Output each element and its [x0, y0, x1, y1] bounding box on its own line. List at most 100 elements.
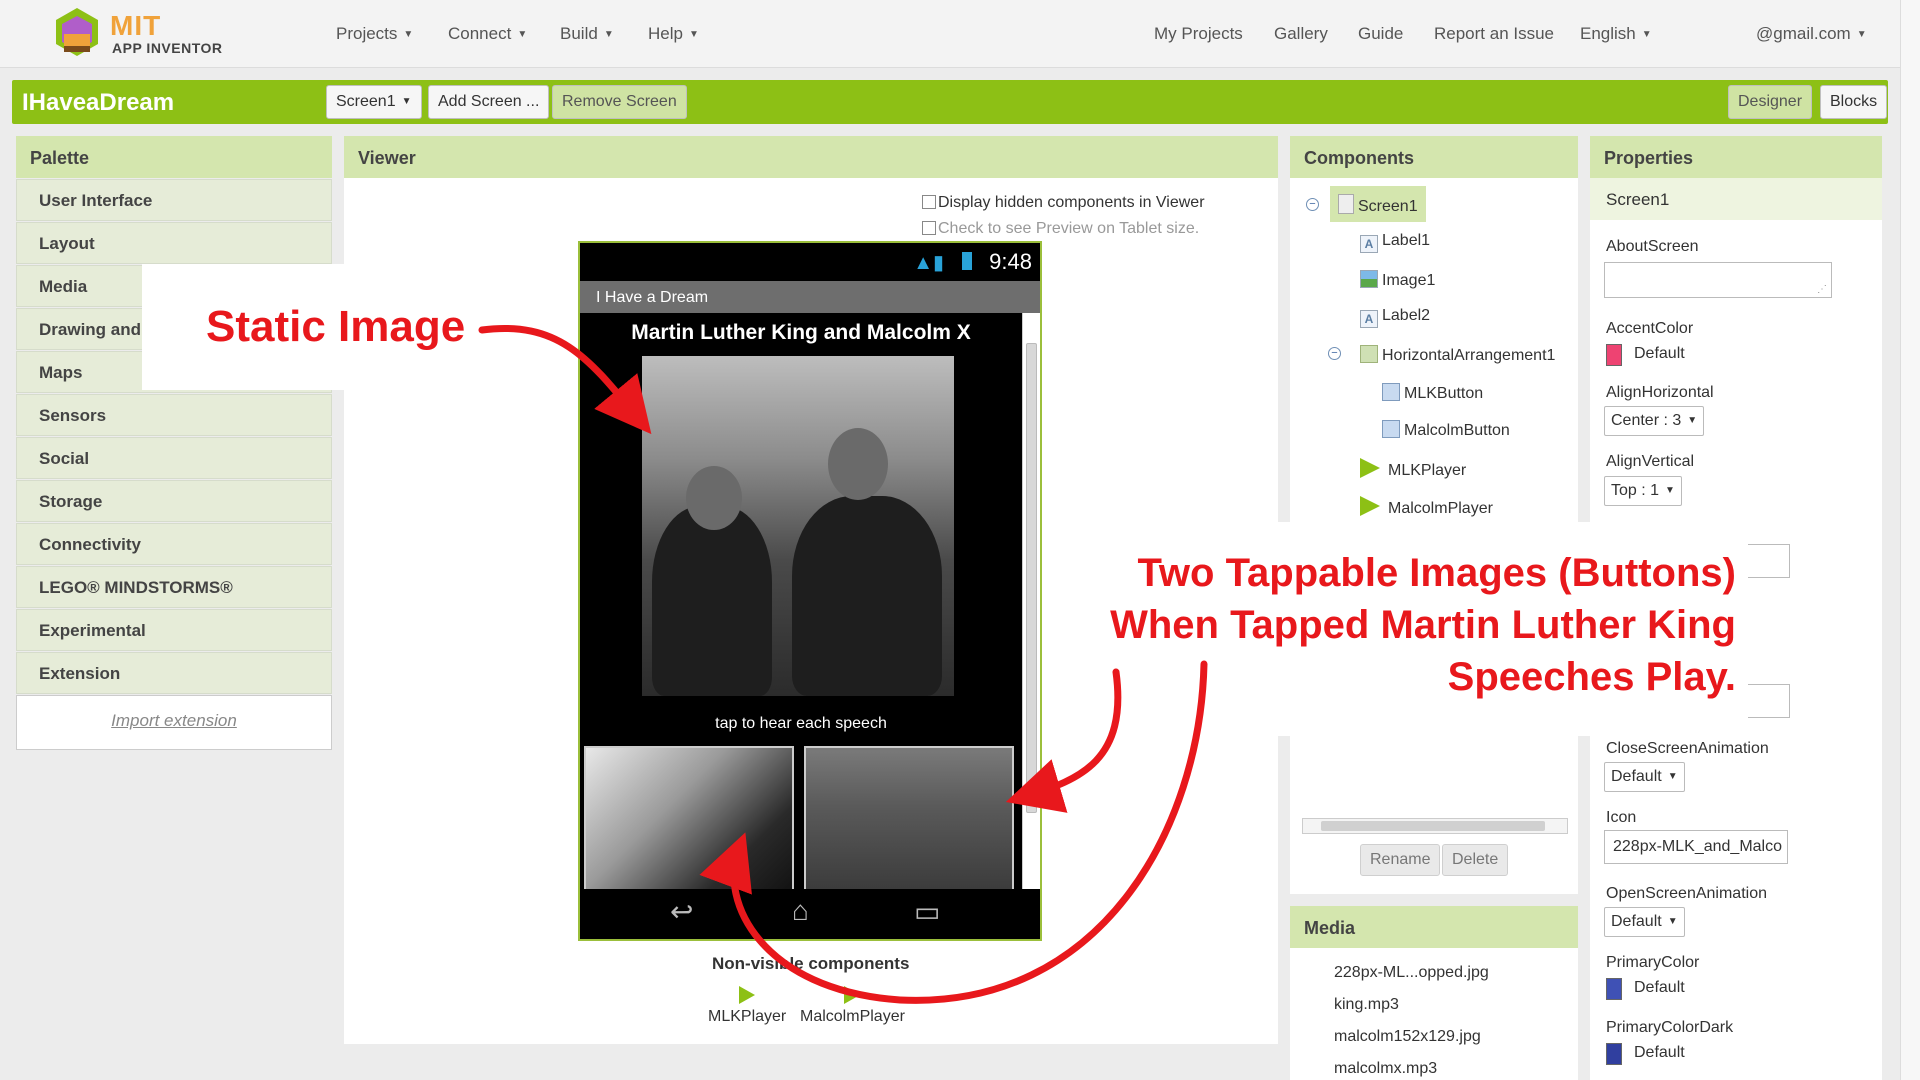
blocks-button[interactable]: Blocks: [1820, 85, 1888, 119]
app-inventor-logo[interactable]: MIT APP INVENTOR: [48, 4, 228, 60]
language-menu[interactable]: English ▼: [1580, 24, 1652, 44]
prop-open-animation-label: OpenScreenAnimation: [1606, 885, 1767, 902]
prop-about-screen-label: AboutScreen: [1606, 238, 1699, 255]
menu-connect[interactable]: Connect ▼: [448, 24, 527, 44]
palette-connectivity[interactable]: Connectivity: [16, 523, 332, 565]
battery-icon: [962, 252, 972, 270]
static-image-annotation: Static Image: [206, 302, 466, 351]
phone-screen: Martin Luther King and Malcolm X tap to …: [580, 313, 1022, 889]
accent-color-value[interactable]: Default: [1634, 345, 1685, 363]
malcolm-button[interactable]: [804, 746, 1014, 889]
image1-static-photo[interactable]: [642, 356, 954, 696]
tree-item-malcolm-button[interactable]: MalcolmButton: [1382, 420, 1510, 440]
tree-item-screen1[interactable]: Screen1: [1330, 186, 1426, 222]
project-name: IHaveaDream: [22, 89, 175, 116]
caret-down-icon: ▼: [1665, 485, 1675, 497]
media-item[interactable]: malcolmx.mp3: [1334, 1060, 1437, 1078]
collapse-arrangement-icon[interactable]: −: [1328, 347, 1341, 360]
link-my-projects[interactable]: My Projects: [1154, 24, 1243, 44]
buttons-annotation-line2: When Tapped Martin Luther King: [1110, 603, 1736, 647]
phone-clock: 9:48: [989, 249, 1032, 274]
tree-item-mlk-button[interactable]: MLKButton: [1382, 383, 1483, 403]
arrangement-icon: [1360, 345, 1378, 363]
buttons-annotation-line3: Speeches Play.: [1447, 655, 1736, 699]
caret-down-icon: ▼: [603, 29, 614, 41]
tree-item-label1[interactable]: A Label1: [1360, 232, 1430, 253]
label1[interactable]: Martin Luther King and Malcolm X: [580, 321, 1022, 345]
media-panel: Media 228px-ML...opped.jpg king.mp3 malc…: [1290, 906, 1578, 1080]
primary-dark-swatch[interactable]: [1606, 1043, 1622, 1065]
palette-social[interactable]: Social: [16, 437, 332, 479]
delete-button[interactable]: Delete: [1442, 844, 1509, 876]
tree-item-horizontal-arrangement1[interactable]: HorizontalArrangement1: [1360, 345, 1555, 365]
palette-title: Palette: [16, 136, 332, 178]
tree-item-label2[interactable]: A Label2: [1360, 307, 1430, 328]
account-menu[interactable]: @gmail.com ▼: [1756, 24, 1867, 44]
button-icon: [1382, 420, 1400, 438]
accent-color-swatch[interactable]: [1606, 344, 1622, 366]
open-animation-select[interactable]: Default ▼: [1604, 907, 1685, 937]
phone-scroll-thumb[interactable]: [1026, 343, 1037, 813]
screen-icon: [1338, 194, 1354, 214]
caret-down-icon: ▼: [401, 96, 412, 107]
link-report-issue[interactable]: Report an Issue: [1434, 24, 1554, 44]
designer-button[interactable]: Designer: [1728, 85, 1813, 119]
align-vertical-select[interactable]: Top : 1 ▼: [1604, 476, 1682, 506]
menu-build[interactable]: Build ▼: [560, 24, 614, 44]
remove-screen-button[interactable]: Remove Screen: [552, 85, 687, 119]
media-item[interactable]: king.mp3: [1334, 996, 1399, 1014]
palette-storage[interactable]: Storage: [16, 480, 332, 522]
mlk-button[interactable]: [584, 746, 794, 889]
hidden-components-checkbox-row[interactable]: Display hidden components in Viewer: [922, 194, 1205, 212]
primary-color-value[interactable]: Default: [1634, 979, 1685, 997]
tree-item-image1[interactable]: Image1: [1360, 270, 1435, 290]
label2[interactable]: tap to hear each speech: [580, 715, 1022, 733]
components-horizontal-scrollbar[interactable]: [1302, 818, 1568, 834]
tree-item-mlk-player[interactable]: MLKPlayer: [1360, 458, 1466, 480]
screen-select-button[interactable]: Screen1 ▼: [326, 85, 422, 119]
link-guide[interactable]: Guide: [1358, 24, 1403, 44]
align-horizontal-select[interactable]: Center : 3 ▼: [1604, 406, 1705, 436]
phone-scrollbar[interactable]: [1022, 313, 1040, 889]
prop-align-vertical-label: AlignVertical: [1606, 453, 1695, 470]
link-gallery[interactable]: Gallery: [1274, 24, 1328, 44]
horizontal-arrangement1: [584, 746, 1022, 889]
palette-panel: Palette User Interface Layout Media Draw…: [16, 136, 332, 750]
media-title: Media: [1290, 906, 1578, 948]
about-screen-textarea[interactable]: ⋰: [1604, 262, 1832, 298]
menu-help[interactable]: Help ▼: [648, 24, 699, 44]
primary-dark-value[interactable]: Default: [1634, 1044, 1685, 1062]
photo-figure-left: [652, 506, 772, 696]
palette-experimental[interactable]: Experimental: [16, 609, 332, 651]
collapse-screen1-icon[interactable]: −: [1306, 198, 1319, 211]
palette-user-interface[interactable]: User Interface: [16, 179, 332, 221]
tablet-preview-checkbox[interactable]: [922, 221, 936, 235]
nonvisible-malcolm-player[interactable]: MalcolmPlayer: [800, 986, 905, 1026]
primary-color-swatch[interactable]: [1606, 978, 1622, 1000]
button-icon: [1382, 383, 1400, 401]
nonvisible-mlk-player[interactable]: MLKPlayer: [708, 986, 786, 1026]
caret-down-icon: ▼: [1641, 29, 1652, 41]
icon-input[interactable]: 228px-MLK_and_Malco: [1604, 830, 1788, 864]
add-screen-button[interactable]: Add Screen ...: [428, 85, 550, 119]
close-animation-select[interactable]: Default ▼: [1604, 762, 1685, 792]
hidden-components-checkbox[interactable]: [922, 195, 936, 209]
palette-lego[interactable]: LEGO® MINDSTORMS®: [16, 566, 332, 608]
media-item[interactable]: 228px-ML...opped.jpg: [1334, 964, 1489, 982]
palette-extension[interactable]: Extension: [16, 652, 332, 694]
page-scrollbar[interactable]: [1900, 0, 1920, 1080]
rename-button[interactable]: Rename: [1360, 844, 1441, 876]
tablet-preview-checkbox-row[interactable]: Check to see Preview on Tablet size.: [922, 220, 1199, 238]
play-triangle-icon: [844, 986, 861, 1004]
palette-layout[interactable]: Layout: [16, 222, 332, 264]
project-toolbar: IHaveaDream Screen1 ▼ Add Screen ... Remo…: [12, 80, 1888, 124]
components-scroll-thumb[interactable]: [1321, 821, 1545, 831]
palette-sensors[interactable]: Sensors: [16, 394, 332, 436]
recent-apps-icon: ▭: [914, 896, 941, 927]
viewer-title: Viewer: [344, 136, 1278, 178]
import-extension-link[interactable]: Import extension: [16, 695, 332, 750]
tree-item-malcolm-player[interactable]: MalcolmPlayer: [1360, 496, 1493, 518]
media-item[interactable]: malcolm152x129.jpg: [1334, 1028, 1481, 1046]
menu-projects[interactable]: Projects ▼: [336, 24, 413, 44]
prop-accent-color-label: AccentColor: [1606, 320, 1694, 337]
